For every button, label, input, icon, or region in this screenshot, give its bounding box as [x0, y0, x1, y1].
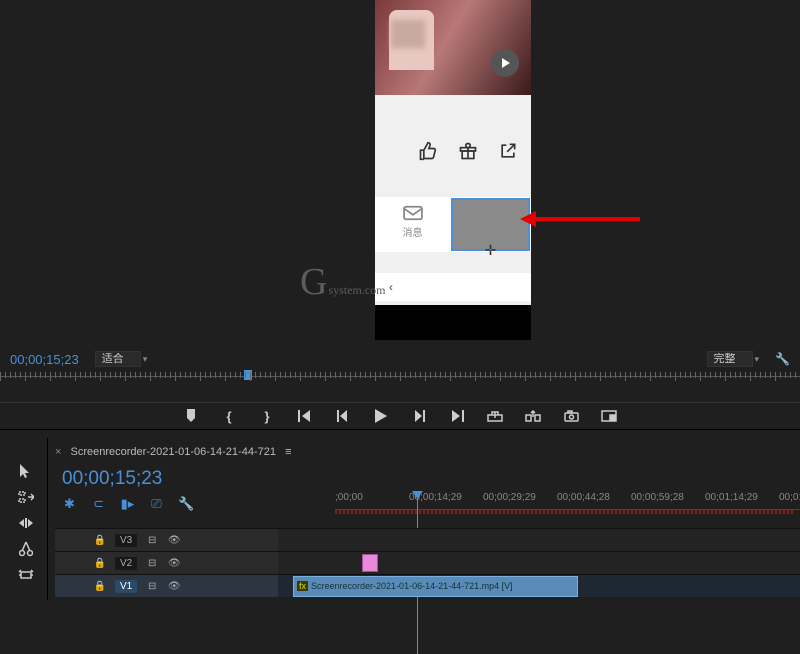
- step-forward-icon[interactable]: [411, 408, 427, 424]
- thumb-up-icon: [417, 140, 439, 162]
- track-lane-v1[interactable]: fxScreenrecorder-2021-01-06-14-21-44-721…: [278, 575, 800, 597]
- track-v1: 🔒 V1 ⊟ 👁 fxScreenrecorder-2021-01-06-14-…: [55, 574, 800, 597]
- chevron-left-icon: ‹: [389, 280, 393, 294]
- work-area-bar[interactable]: [335, 510, 795, 514]
- panel-menu-icon[interactable]: ≡: [285, 446, 291, 458]
- timeline-display-settings-icon[interactable]: ⎚: [149, 496, 164, 512]
- sync-lock-icon[interactable]: ⊟: [145, 581, 159, 592]
- program-timecode[interactable]: 00;00;15;23: [10, 352, 79, 367]
- gift-icon: [457, 140, 479, 162]
- preview-video-frame: [375, 0, 531, 95]
- watermark: Gsystem.com: [300, 260, 385, 304]
- program-ruler[interactable]: [0, 372, 800, 392]
- fx-badge[interactable]: fx: [297, 581, 308, 591]
- marker-add-icon[interactable]: [183, 408, 199, 424]
- timeline-tracks: 🔒 V3 ⊟ 👁 🔒 V2 ⊟ 👁 🔒 V1 ⊟ 👁 fxScreenreco: [55, 528, 800, 600]
- timeline-wrench-icon[interactable]: 🔧: [178, 496, 193, 512]
- tab-messages: 消息: [375, 197, 450, 252]
- play-circle-icon: [491, 49, 519, 77]
- sequence-tab[interactable]: × Screenrecorder-2021-01-06-14-21-44-721…: [55, 446, 292, 458]
- preview-app-ui: 消息 ✛ ‹: [375, 95, 531, 305]
- track-lane-v3[interactable]: [278, 529, 800, 551]
- comparison-view-icon[interactable]: [601, 408, 617, 424]
- masked-region-selected[interactable]: ✛: [453, 200, 528, 249]
- slip-tool-icon[interactable]: [6, 562, 46, 588]
- lock-icon[interactable]: 🔒: [93, 581, 107, 592]
- step-back-icon[interactable]: [335, 408, 351, 424]
- track-target[interactable]: V1: [115, 580, 137, 593]
- program-controls-bar: 00;00;15;23 适合▾ 完整▾ 🔧: [0, 348, 800, 370]
- annotation-arrow: [520, 212, 640, 226]
- program-monitor: 消息 ✛ ‹: [375, 0, 531, 340]
- lock-icon[interactable]: 🔒: [93, 558, 107, 569]
- toggle-output-icon[interactable]: 👁: [167, 535, 181, 546]
- sync-lock-icon[interactable]: ⊟: [145, 558, 159, 569]
- track-v2: 🔒 V2 ⊟ 👁: [55, 551, 800, 574]
- play-icon[interactable]: [373, 408, 389, 424]
- settings-wrench-icon[interactable]: 🔧: [775, 352, 790, 366]
- tools-panel: [6, 458, 46, 600]
- track-target[interactable]: V2: [115, 557, 137, 570]
- add-marker-icon[interactable]: ▮▸: [120, 496, 135, 512]
- transport-controls: { }: [0, 402, 800, 430]
- snap-icon[interactable]: ✱: [62, 496, 77, 512]
- export-frame-icon[interactable]: [563, 408, 579, 424]
- ripple-edit-tool-icon[interactable]: [6, 510, 46, 536]
- sync-lock-icon[interactable]: ⊟: [145, 535, 159, 546]
- timeline-panel-header: × Screenrecorder-2021-01-06-14-21-44-721…: [55, 438, 800, 534]
- back-row: ‹: [375, 273, 531, 301]
- razor-tool-icon[interactable]: [6, 536, 46, 562]
- toggle-output-icon[interactable]: 👁: [167, 581, 181, 592]
- linked-selection-icon[interactable]: ⊂: [91, 496, 106, 512]
- go-to-out-icon[interactable]: [449, 408, 465, 424]
- track-lane-v2[interactable]: [278, 552, 800, 574]
- close-tab-icon[interactable]: ×: [55, 446, 61, 458]
- panel-divider[interactable]: [47, 438, 48, 600]
- video-clip[interactable]: fxScreenrecorder-2021-01-06-14-21-44-721…: [293, 576, 578, 597]
- lift-icon[interactable]: [487, 408, 503, 424]
- in-point-icon[interactable]: {: [221, 408, 237, 424]
- resolution-dropdown[interactable]: 完整: [707, 351, 753, 367]
- share-icon: [497, 140, 519, 162]
- extract-icon[interactable]: [525, 408, 541, 424]
- zoom-fit-dropdown[interactable]: 适合: [95, 351, 141, 367]
- face-blur: [391, 20, 425, 48]
- track-select-tool-icon[interactable]: [6, 484, 46, 510]
- lock-icon[interactable]: 🔒: [93, 535, 107, 546]
- track-v3: 🔒 V3 ⊟ 👁: [55, 528, 800, 551]
- out-point-icon[interactable]: }: [259, 408, 275, 424]
- toggle-output-icon[interactable]: 👁: [167, 558, 181, 569]
- selection-tool-icon[interactable]: [6, 458, 46, 484]
- track-target[interactable]: V3: [115, 534, 137, 547]
- clip-effect[interactable]: [363, 555, 377, 571]
- timeline-timecode[interactable]: 00;00;15;23: [62, 468, 162, 490]
- crosshair-cursor-icon: ✛: [485, 242, 497, 259]
- go-to-in-icon[interactable]: [297, 408, 313, 424]
